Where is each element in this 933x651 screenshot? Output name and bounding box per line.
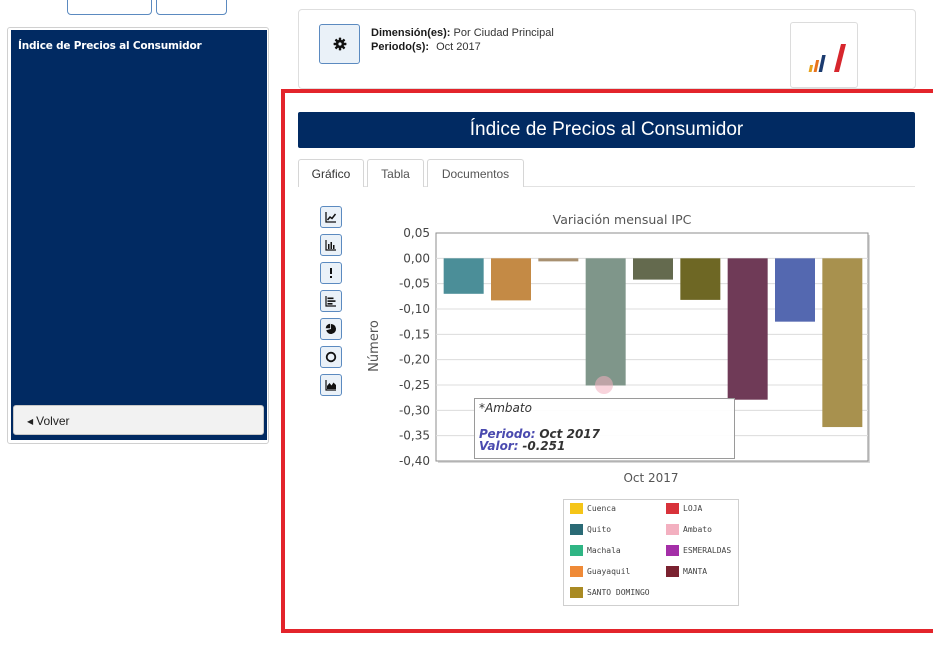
line-chart-button[interactable] — [320, 206, 342, 228]
legend-label: LOJA — [683, 504, 703, 513]
dimension-label: Dimensión(es): — [371, 27, 451, 39]
back-button[interactable]: ◀ Volver — [13, 405, 264, 435]
legend-swatch — [666, 566, 679, 577]
top-button-2[interactable] — [156, 0, 227, 15]
legend-item-ambato[interactable]: Ambato — [666, 524, 712, 535]
area-chart-button[interactable] — [320, 374, 342, 396]
gear-icon — [333, 37, 346, 51]
legend-swatch — [570, 587, 583, 598]
tab-documentos[interactable]: Documentos — [427, 159, 524, 187]
legend-label: Quito — [587, 525, 612, 534]
period-label: Periodo(s): — [371, 41, 430, 53]
bar-chart-icon — [325, 240, 336, 251]
legend-label: Ambato — [683, 525, 712, 534]
legend-item-santo-domingo[interactable]: SANTO DOMINGO — [570, 587, 650, 598]
dot-chart-icon — [330, 268, 332, 278]
legend-swatch — [666, 545, 679, 556]
logo-button[interactable] — [790, 22, 858, 88]
tab-grafico[interactable]: Gráfico — [298, 159, 364, 187]
donut-chart-button[interactable] — [320, 346, 342, 368]
line-chart-icon — [325, 212, 337, 223]
sidebar: Índice de Precios al Consumidor — [11, 30, 267, 440]
legend-swatch — [666, 503, 679, 514]
legend-label: MANTA — [683, 567, 708, 576]
sidebar-item-ipc[interactable]: Índice de Precios al Consumidor — [18, 40, 202, 52]
chart-tooltip: *Ambato Periodo: Oct 2017 Valor: -0.251 — [474, 398, 735, 459]
chart-legend: Cuenca LOJA Quito Ambato Machala ESMERALDAS Gu… — [563, 499, 739, 606]
logo-icon — [808, 44, 846, 72]
dot-chart-button[interactable] — [320, 262, 342, 284]
legend-item-esmeraldas[interactable]: ESMERALDAS — [666, 545, 731, 556]
period-value: Oct 2017 — [436, 41, 481, 53]
legend-swatch — [666, 524, 679, 535]
tab-tabla[interactable]: Tabla — [367, 159, 424, 187]
legend-swatch — [570, 545, 583, 556]
top-button-1[interactable] — [67, 0, 152, 15]
legend-swatch — [570, 503, 583, 514]
pie-chart-button[interactable] — [320, 318, 342, 340]
selection-info-panel: Dimensión(es): Por Ciudad Principal Peri… — [298, 9, 916, 89]
bar-chart-button[interactable] — [320, 234, 342, 256]
area-chart-icon — [325, 380, 336, 391]
legend-label: Machala — [587, 546, 621, 555]
horizontal-bar-icon — [325, 296, 336, 307]
legend-item-loja[interactable]: LOJA — [666, 503, 702, 514]
legend-item-manta[interactable]: MANTA — [666, 566, 707, 577]
legend-item-guayaquil[interactable]: Guayaquil — [570, 566, 630, 577]
legend-label: Cuenca — [587, 504, 616, 513]
legend-item-machala[interactable]: Machala — [570, 545, 621, 556]
settings-button[interactable] — [319, 24, 360, 64]
tooltip-title: *Ambato — [479, 401, 532, 415]
legend-swatch — [570, 566, 583, 577]
legend-label: SANTO DOMINGO — [587, 588, 650, 597]
dimension-value: Por Ciudad Principal — [453, 27, 554, 39]
legend-label: ESMERALDAS — [683, 546, 732, 555]
pie-chart-icon — [325, 323, 337, 334]
caret-left-icon: ◀ — [27, 417, 34, 426]
chart-page-title: Índice de Precios al Consumidor — [298, 112, 915, 148]
legend-item-quito[interactable]: Quito — [570, 524, 611, 535]
tooltip-value-label: Valor: — [479, 439, 519, 453]
legend-swatch — [570, 524, 583, 535]
legend-item-cuenca[interactable]: Cuenca — [570, 503, 616, 514]
back-button-label: Volver — [36, 414, 70, 428]
tooltip-value: -0.251 — [522, 439, 566, 453]
horizontal-bar-button[interactable] — [320, 290, 342, 312]
legend-label: Guayaquil — [587, 567, 631, 576]
donut-chart-icon — [325, 351, 337, 363]
